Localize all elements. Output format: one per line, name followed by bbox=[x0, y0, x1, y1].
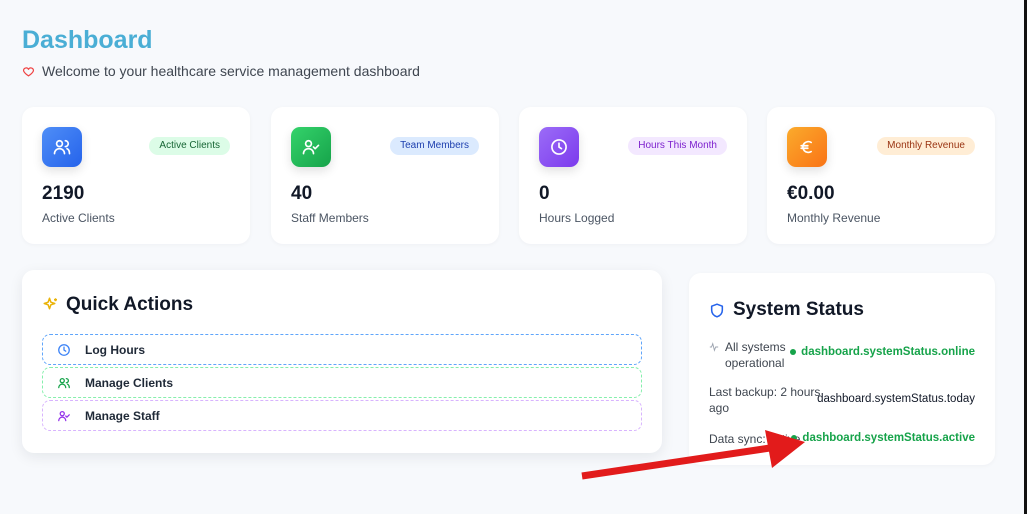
stat-label: Active Clients bbox=[42, 211, 115, 225]
stat-badge: Active Clients bbox=[149, 137, 230, 155]
status-row-value: dashboard.systemStatus.online bbox=[790, 346, 975, 358]
status-dot bbox=[791, 435, 798, 441]
log-hours-label: Log Hours bbox=[85, 342, 145, 357]
stat-value: 0 bbox=[539, 183, 550, 204]
stat-label: Monthly Revenue bbox=[787, 211, 881, 225]
stat-value: 2190 bbox=[42, 183, 85, 204]
system-status-title-text: System Status bbox=[733, 299, 864, 320]
status-dot bbox=[790, 349, 797, 355]
stat-badge: Hours This Month bbox=[628, 137, 727, 155]
clock-icon bbox=[539, 127, 579, 167]
status-row-label: Last backup: 2 hours ago bbox=[709, 384, 820, 416]
stat-badge: Monthly Revenue bbox=[877, 137, 975, 155]
status-row-label-line: operational bbox=[725, 356, 785, 370]
stat-label: Staff Members bbox=[291, 211, 369, 225]
status-row-value: dashboard.systemStatus.today bbox=[817, 393, 975, 405]
status-row-label: Data sync: active bbox=[709, 431, 800, 447]
clock-icon bbox=[58, 343, 70, 356]
manage-staff-button[interactable]: Manage Staff bbox=[42, 400, 642, 431]
manage-staff-label: Manage Staff bbox=[85, 408, 160, 423]
status-row-label: All systems operational bbox=[709, 339, 786, 371]
page-title: Dashboard bbox=[22, 26, 153, 54]
heart-icon bbox=[23, 66, 34, 76]
page-subtitle: Welcome to your healthcare service manag… bbox=[22, 63, 420, 79]
status-value-text: dashboard.systemStatus.online bbox=[801, 346, 975, 358]
system-status-title: System Status bbox=[709, 299, 864, 321]
users-icon bbox=[58, 377, 70, 388]
quick-actions-card: Quick Actions Log Hours Manage Clients M… bbox=[22, 270, 662, 453]
stat-label: Hours Logged bbox=[539, 211, 615, 225]
status-row-label-line: Last backup: 2 hours bbox=[709, 385, 821, 399]
stat-card-hours-logged: Hours This Month 0 Hours Logged bbox=[519, 107, 747, 244]
activity-icon bbox=[709, 342, 719, 352]
sparkles-icon bbox=[43, 297, 57, 310]
euro-icon bbox=[787, 127, 827, 167]
status-row-label-line: ago bbox=[709, 401, 730, 415]
quick-actions-title: Quick Actions bbox=[42, 294, 193, 316]
users-icon bbox=[42, 127, 82, 167]
stat-badge: Team Members bbox=[390, 137, 479, 155]
quick-actions-title-text: Quick Actions bbox=[66, 294, 194, 315]
stat-card-staff-members: Team Members 40 Staff Members bbox=[271, 107, 499, 244]
stat-card-monthly-revenue: Monthly Revenue €0.00 Monthly Revenue bbox=[767, 107, 995, 244]
status-value-text: dashboard.systemStatus.today bbox=[817, 393, 975, 405]
user-check-icon bbox=[291, 127, 331, 167]
user-check-icon bbox=[58, 410, 70, 421]
status-row-value: dashboard.systemStatus.active bbox=[791, 432, 975, 444]
stat-value: €0.00 bbox=[787, 183, 835, 204]
status-value-text: dashboard.systemStatus.active bbox=[802, 432, 975, 444]
status-row-label-line: All systems bbox=[725, 340, 786, 354]
manage-clients-button[interactable]: Manage Clients bbox=[42, 367, 642, 398]
shield-icon bbox=[710, 302, 724, 318]
log-hours-button[interactable]: Log Hours bbox=[42, 334, 642, 365]
system-status-card: System Status All systems operational da… bbox=[689, 273, 995, 465]
stat-value: 40 bbox=[291, 183, 313, 204]
stat-card-active-clients: Active Clients 2190 Active Clients bbox=[22, 107, 250, 244]
subtitle-text: Welcome to your healthcare service manag… bbox=[42, 63, 420, 79]
manage-clients-label: Manage Clients bbox=[85, 375, 174, 390]
status-row-label-line: Data sync: active bbox=[709, 432, 801, 446]
